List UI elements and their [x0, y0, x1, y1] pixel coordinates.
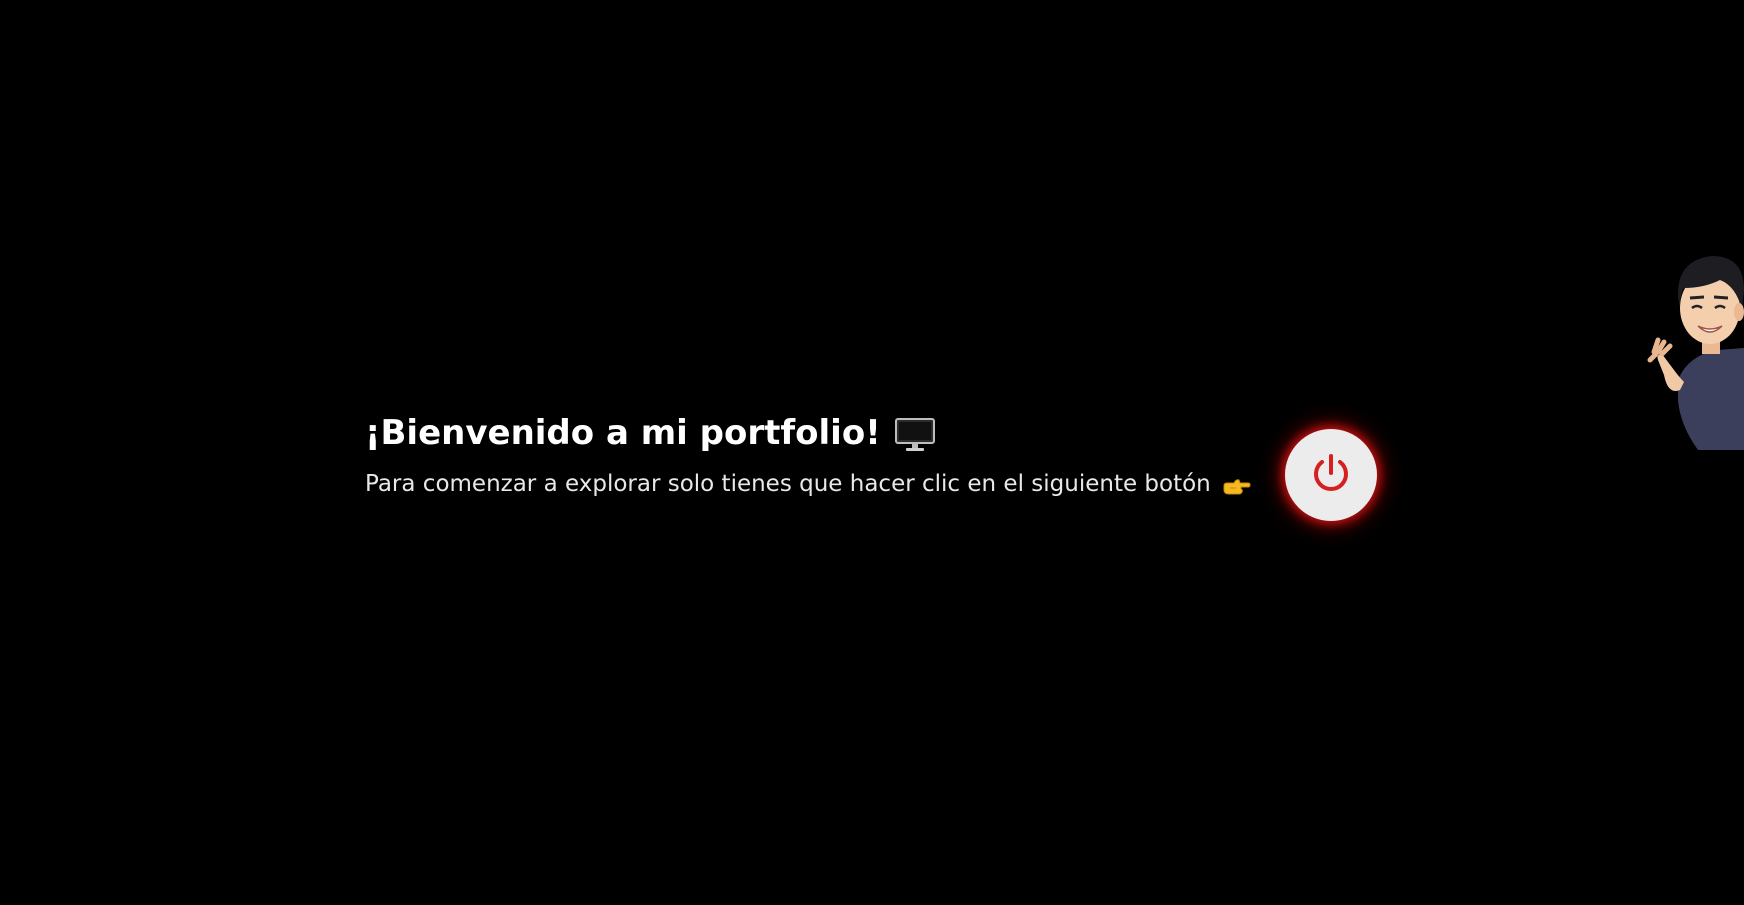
welcome-title-text: ¡Bienvenido a mi portfolio!: [365, 413, 881, 453]
welcome-subtitle-text: Para comenzar a explorar solo tienes que…: [365, 471, 1211, 497]
monitor-icon: [894, 416, 935, 451]
pointing-hand-icon: [1221, 474, 1251, 500]
avatar: [1618, 250, 1744, 450]
landing-screen: ¡Bienvenido a mi portfolio! Para comenza…: [0, 0, 1744, 905]
welcome-heading: ¡Bienvenido a mi portfolio!: [365, 408, 1251, 458]
power-icon: [1308, 451, 1354, 500]
welcome-subtitle: Para comenzar a explorar solo tienes que…: [365, 468, 1251, 500]
welcome-block: ¡Bienvenido a mi portfolio! Para comenza…: [365, 408, 1251, 500]
power-button[interactable]: [1285, 429, 1377, 521]
